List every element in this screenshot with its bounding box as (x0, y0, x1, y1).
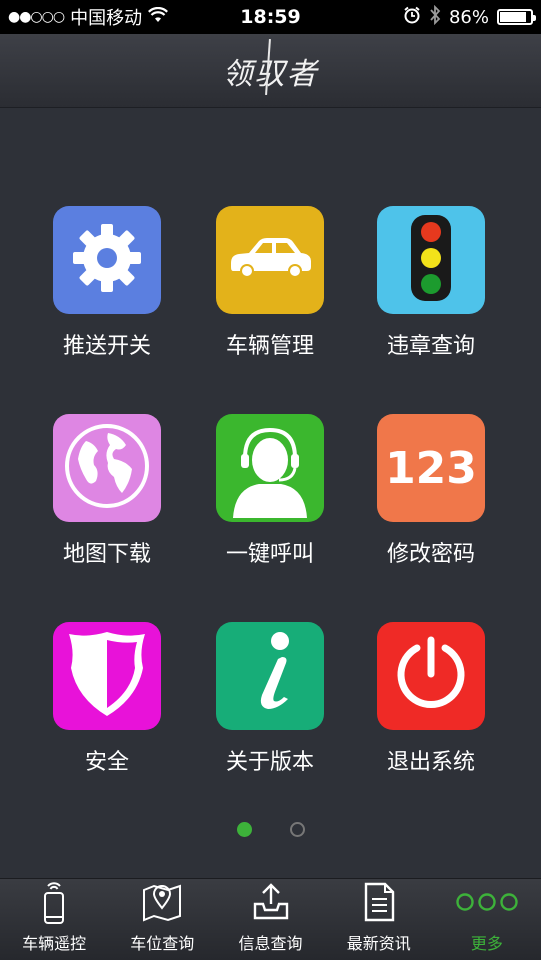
tab-label: 车位查询 (130, 934, 195, 953)
tab-vehicle-remote[interactable]: 车辆遥控 (0, 879, 108, 960)
gear-icon (69, 220, 145, 300)
battery-level-fill (500, 12, 526, 22)
menu-item-icon-bg (53, 414, 161, 522)
menu-item-label: 推送开关 (62, 334, 151, 359)
inbox-upload-icon (251, 880, 291, 924)
menu-item-icon-bg (216, 622, 324, 730)
more-dots-icon (455, 880, 519, 924)
signal-strength-icon: ●●○○○ (8, 9, 65, 25)
page-dot-2[interactable] (289, 822, 305, 837)
page-indicator (0, 822, 541, 837)
menu-item-map-download[interactable]: 地图下载 (37, 414, 177, 568)
page-dot-1[interactable] (236, 822, 252, 837)
battery-percent: 86% (448, 6, 489, 28)
menu-item-icon-bg: 123 (377, 414, 485, 522)
menu-item-icon-bg (377, 206, 485, 314)
tab-label: 最新资讯 (346, 934, 411, 953)
info-icon (240, 629, 300, 723)
menu-item-label: 违章查询 (386, 334, 475, 359)
menu-item-change-password[interactable]: 123 修改密码 (361, 414, 501, 568)
car-icon (225, 233, 315, 287)
app-logo: 领驭者 (223, 49, 319, 93)
menu-item-security[interactable]: 安全 (37, 622, 177, 776)
carrier-name: 中国移动 (70, 8, 143, 29)
battery-icon (497, 9, 536, 25)
status-left: ●●○○○ 中国移动 (8, 4, 208, 30)
menu-item-label: 一键呼叫 (225, 542, 314, 567)
alarm-icon (403, 6, 421, 29)
menu-item-vehicle-management[interactable]: 车辆管理 (200, 206, 340, 360)
traffic-light-icon (411, 215, 451, 305)
menu-item-label: 车辆管理 (225, 334, 314, 359)
bluetooth-icon (429, 4, 441, 30)
menu-item-exit-system[interactable]: 退出系统 (361, 622, 501, 776)
status-right: 86% (403, 4, 536, 30)
menu-item-label: 退出系统 (386, 750, 475, 775)
numeric-123-icon: 123 (385, 442, 477, 494)
wifi-icon (148, 6, 169, 28)
menu-item-icon-bg (216, 414, 324, 522)
document-icon (363, 880, 395, 924)
headset-operator-icon (225, 422, 315, 522)
tab-info-query[interactable]: 信息查询 (216, 879, 324, 960)
status-bar: ●●○○○ 中国移动 18:59 86% (0, 0, 541, 34)
tab-parking-query[interactable]: 车位查询 (108, 879, 216, 960)
tab-label: 信息查询 (238, 934, 303, 953)
menu-item-violation-query[interactable]: 违章查询 (361, 206, 501, 360)
power-icon (391, 634, 471, 718)
menu-item-icon-bg (216, 206, 324, 314)
tab-label: 更多 (470, 934, 503, 953)
app-header: 领驭者 (0, 34, 541, 108)
menu-item-label: 安全 (84, 750, 129, 775)
menu-item-icon-bg (377, 622, 485, 730)
menu-item-push-toggle[interactable]: 推送开关 (37, 206, 177, 360)
menu-item-label: 关于版本 (225, 750, 314, 775)
bottom-tab-bar: 车辆遥控 车位查询 信息查询 最新资讯 更多 (0, 878, 541, 960)
tab-more[interactable]: 更多 (433, 879, 541, 960)
menu-grid: 推送开关 车辆管理 违章查询 地图下载 一键呼叫 123 修改密码 安全 关于版… (0, 108, 541, 878)
phone-remote-icon (41, 880, 67, 924)
menu-item-icon-bg (53, 206, 161, 314)
shield-icon (65, 628, 149, 724)
tab-latest-news[interactable]: 最新资讯 (325, 879, 433, 960)
tab-label: 车辆遥控 (22, 934, 87, 953)
menu-item-one-key-call[interactable]: 一键呼叫 (200, 414, 340, 568)
menu-item-label: 地图下载 (62, 542, 151, 567)
menu-item-label: 修改密码 (386, 542, 475, 567)
menu-item-icon-bg (53, 622, 161, 730)
menu-item-about-version[interactable]: 关于版本 (200, 622, 340, 776)
map-pin-icon (142, 880, 182, 924)
globe-icon (64, 423, 150, 513)
